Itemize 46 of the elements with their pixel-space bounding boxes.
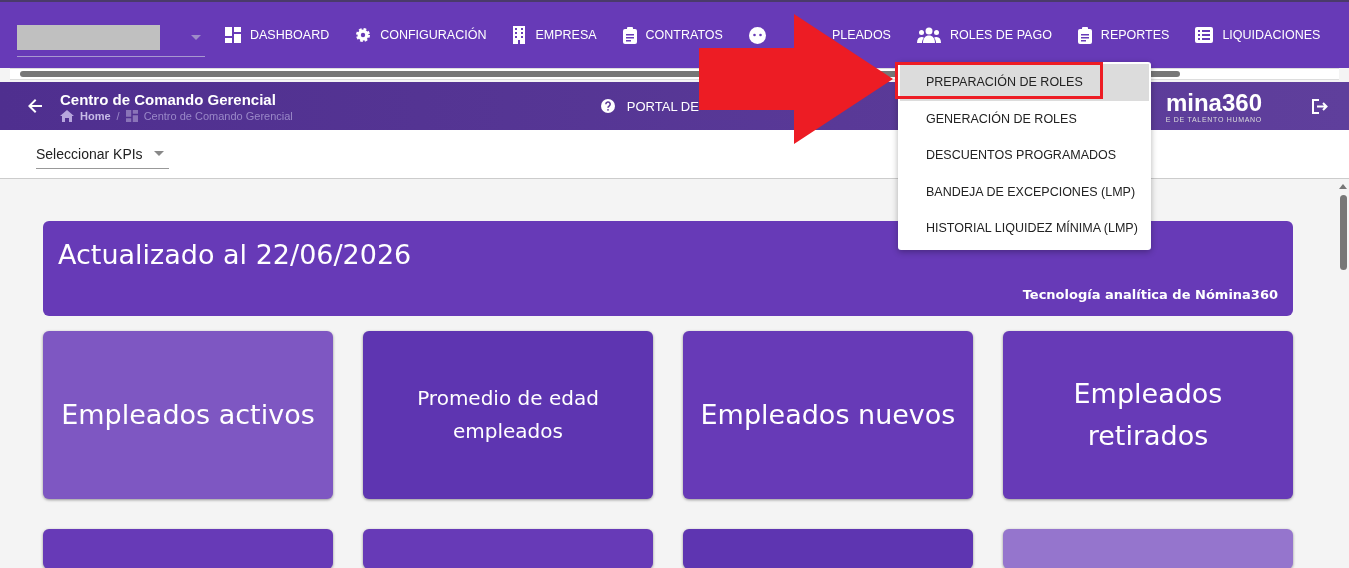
portal-link[interactable]: PORTAL DE [600, 98, 699, 114]
banner-title: Actualizado al 22/06/2026 [58, 239, 413, 270]
nav-item[interactable]: EMPRESA [512, 26, 597, 44]
people-icon [916, 27, 941, 43]
kpi-select[interactable]: Seleccionar KPIs [36, 139, 169, 169]
menu-item[interactable]: HISTORIAL LIQUIDEZ MÍNIMA (LMP) [900, 210, 1149, 247]
kpi-card-label: Empleados activos [61, 398, 315, 432]
nav-item[interactable]: REPORTES [1077, 26, 1170, 44]
kpi-card-label: Promedio de edad empleados [416, 385, 600, 445]
page-title: Centro de Comando Gerencial [60, 90, 277, 108]
face-icon [748, 26, 766, 44]
menu-item[interactable]: GENERACIÓN DE ROLES [900, 100, 1149, 137]
kpi-card-label: Empleados retirados [1072, 377, 1224, 453]
back-arrow-icon[interactable] [28, 99, 42, 113]
clipboard-icon [1077, 26, 1092, 44]
logo-text: mina360 [1165, 89, 1262, 116]
scroll-thumb[interactable] [1339, 195, 1347, 270]
help-icon [600, 99, 615, 113]
kpi-card[interactable]: Empleados retirados [1003, 331, 1293, 499]
settings-icon [355, 27, 372, 43]
breadcrumb-link[interactable]: Home [80, 109, 111, 122]
kpi-card[interactable]: Promedio de edad empleados [363, 331, 653, 499]
home-icon [60, 109, 74, 122]
clipboard-icon [622, 26, 637, 44]
nav-item[interactable]: CONTRATOS [622, 26, 723, 44]
scroll-up-icon [1339, 184, 1347, 189]
kpi-card-label: Empleados nuevos [700, 398, 956, 432]
menu-item[interactable]: DESCUENTOS PROGRAMADOS [900, 137, 1149, 174]
nav-item[interactable]: LIQUIDACIONES [1195, 27, 1321, 43]
list-icon [1195, 27, 1214, 43]
kpi-card[interactable]: Empleados activos [43, 331, 333, 499]
dashboard-icon [225, 27, 241, 43]
caret-icon [191, 35, 201, 40]
caret-icon [154, 151, 164, 156]
menu-item[interactable]: BANDEJA DE EXCEPCIONES (LMP) [900, 173, 1149, 210]
dashboard-icon [125, 109, 138, 122]
kpi-card[interactable]: Empleados nuevos [683, 331, 973, 499]
nav-item[interactable]: DASHBOARD [225, 27, 330, 43]
banner-footer: Tecnología analítica de Nómina360 [1022, 287, 1278, 302]
nav-item[interactable]: CONFIGURACIÓN [355, 27, 487, 43]
nav-item[interactable]: ROLES DE PAGO [916, 27, 1052, 43]
building-icon [512, 26, 527, 44]
breadcrumb-current: Centro de Comando Gerencial [143, 109, 293, 122]
nav-item[interactable]: PLEADOS [748, 26, 891, 44]
breadcrumb-separator: / [116, 109, 120, 122]
logout-icon[interactable] [1312, 98, 1329, 114]
